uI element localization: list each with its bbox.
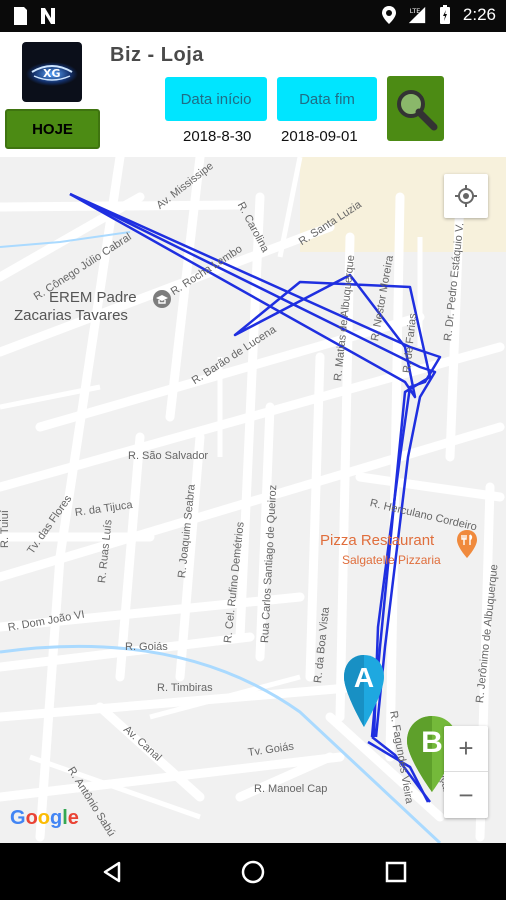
no-signal-n-icon bbox=[41, 8, 55, 24]
signal-lte-icon: LTE bbox=[408, 6, 426, 24]
map-view[interactable]: Av. Mississipe R. Carolina R. Cônego Júl… bbox=[0, 157, 506, 843]
street-label: R. Tuiuí bbox=[0, 510, 11, 548]
app-header: XG HOJE Biz - Loja Data início Data fim … bbox=[0, 32, 506, 157]
street-label: R. Manoel Cap bbox=[254, 783, 328, 795]
street-label: R. Goiás bbox=[125, 641, 168, 653]
svg-text:LTE: LTE bbox=[410, 8, 421, 15]
end-date-value: 2018-09-01 bbox=[281, 128, 358, 145]
my-location-button[interactable] bbox=[444, 174, 488, 218]
crosshair-icon bbox=[455, 185, 477, 207]
nav-back-button[interactable] bbox=[97, 857, 127, 887]
search-button[interactable] bbox=[387, 76, 444, 141]
street-label: R. São Salvador bbox=[128, 450, 209, 462]
location-icon bbox=[381, 6, 396, 24]
sd-card-icon bbox=[14, 7, 27, 25]
restaurant-icon[interactable] bbox=[456, 529, 478, 559]
status-time: 2:26 bbox=[462, 5, 496, 24]
today-button[interactable]: HOJE bbox=[5, 109, 100, 149]
start-date-value: 2018-8-30 bbox=[183, 128, 252, 145]
status-bar: LTE 2:26 bbox=[0, 0, 506, 32]
svg-text:B: B bbox=[421, 726, 443, 759]
battery-icon bbox=[439, 5, 450, 24]
zoom-in-button[interactable]: + bbox=[444, 726, 488, 772]
home-icon bbox=[241, 860, 265, 884]
back-icon bbox=[103, 861, 121, 883]
zoom-controls: + − bbox=[444, 726, 488, 818]
start-date-button[interactable]: Data início bbox=[165, 77, 267, 121]
school-label: EREM Padre Zacarias Tavares bbox=[14, 289, 137, 324]
app-title: Biz - Loja bbox=[110, 44, 204, 66]
svg-text:A: A bbox=[354, 662, 374, 693]
zoom-out-button[interactable]: − bbox=[444, 772, 488, 818]
app-logo: XG bbox=[22, 42, 82, 102]
nav-recents-button[interactable] bbox=[381, 857, 411, 887]
navigation-bar bbox=[0, 843, 506, 900]
pizza-subtitle: Salgatelle Pizzaria bbox=[342, 553, 441, 567]
street-label: R. Timbiras bbox=[157, 682, 213, 694]
nav-home-button[interactable] bbox=[238, 857, 268, 887]
school-icon bbox=[153, 290, 171, 308]
recents-icon bbox=[385, 861, 407, 883]
magnifier-icon bbox=[396, 89, 437, 130]
google-logo: Google bbox=[10, 807, 79, 829]
pizza-restaurant-label: Pizza Restaurant bbox=[320, 532, 435, 549]
marker-a[interactable]: A bbox=[342, 653, 386, 729]
svg-text:XG: XG bbox=[43, 67, 61, 80]
end-date-button[interactable]: Data fim bbox=[277, 77, 377, 121]
